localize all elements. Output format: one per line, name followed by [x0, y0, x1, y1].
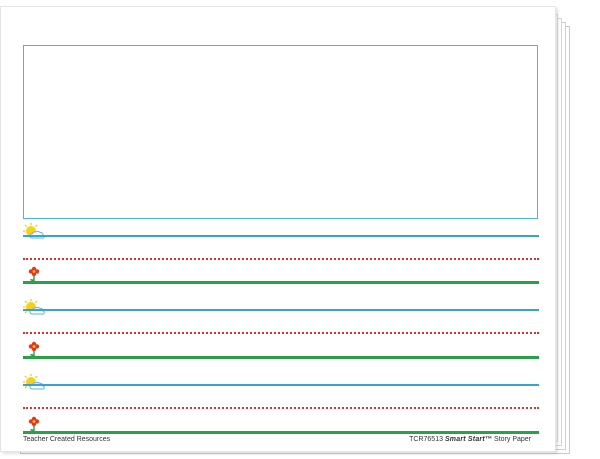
- dotted-midline: [23, 258, 539, 260]
- product-label: TCR76513 Smart Start™ Story Paper: [409, 436, 531, 443]
- story-paper-sheet: Teacher Created Resources TCR76513 Smart…: [0, 6, 556, 452]
- baseline: [23, 356, 539, 359]
- top-line: [23, 384, 539, 386]
- drawing-box[interactable]: [23, 45, 538, 219]
- product-code: TCR76513: [409, 436, 443, 443]
- product-name: Story Paper: [494, 436, 531, 443]
- sun-cloud-icon: [23, 299, 45, 315]
- dotted-midline: [23, 407, 539, 409]
- publisher-label: Teacher Created Resources: [23, 436, 111, 443]
- sun-cloud-icon: [23, 374, 45, 390]
- top-line: [23, 235, 539, 237]
- baseline: [23, 281, 539, 284]
- brand-name: Smart Start™: [444, 436, 493, 443]
- top-line: [23, 309, 539, 311]
- baseline: [23, 431, 539, 434]
- sun-cloud-icon: [23, 223, 45, 239]
- dotted-midline: [23, 332, 539, 334]
